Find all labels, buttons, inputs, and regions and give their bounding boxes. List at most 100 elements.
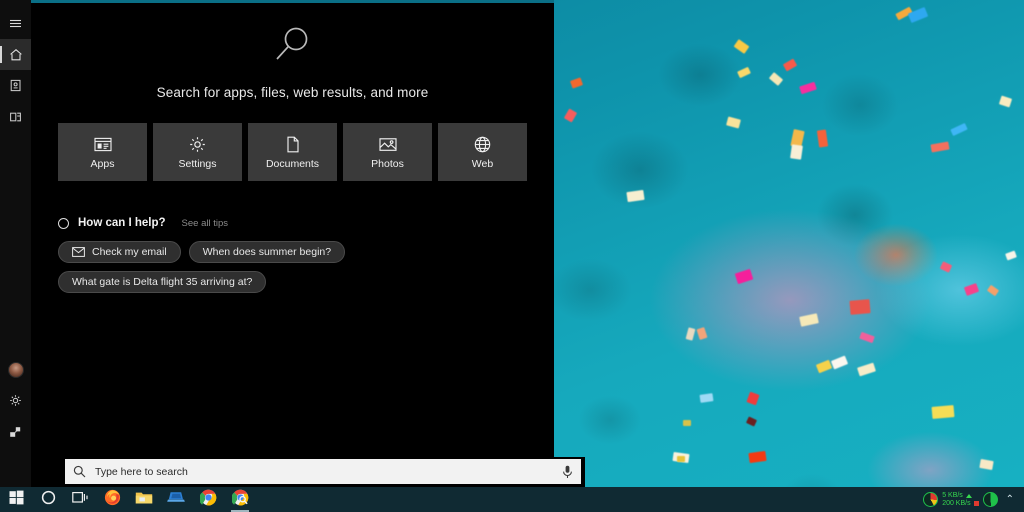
magnifier-icon [31, 22, 554, 67]
confetti-piece [569, 77, 584, 89]
taskbar-file-explorer[interactable] [128, 487, 160, 512]
taskbar-firefox[interactable] [96, 487, 128, 512]
start-button[interactable] [0, 487, 32, 512]
account-avatar-button[interactable] [0, 354, 31, 385]
chip-label: When does summer begin? [202, 246, 332, 258]
download-speed-line: 200 KB/s [942, 499, 979, 507]
confetti-piece [950, 122, 968, 137]
confetti-piece [782, 58, 798, 72]
category-tile-apps[interactable]: Apps [58, 123, 147, 181]
help-row: How can I help? See all tips [31, 217, 554, 229]
confetti-piece [816, 129, 829, 148]
help-title: How can I help? [78, 217, 166, 229]
search-input[interactable]: Type here to search [65, 459, 581, 484]
confetti-piece [815, 359, 833, 374]
upload-arrow-icon [965, 493, 972, 498]
search-hero: Search for apps, files, web results, and… [31, 0, 554, 100]
confetti-piece [748, 450, 767, 464]
category-tile-settings[interactable]: Settings [153, 123, 242, 181]
confetti-piece [998, 95, 1013, 108]
confetti-piece [939, 261, 953, 273]
cpu-gauge-icon [923, 492, 939, 507]
firefox-icon [104, 489, 121, 511]
windows-search-panel: Search for apps, files, web results, and… [0, 0, 585, 487]
task-view-button[interactable] [64, 487, 96, 512]
confetti-piece [859, 331, 875, 344]
confetti-piece [696, 327, 708, 340]
chrome-icon [198, 489, 217, 511]
cortana-circle-icon [41, 490, 56, 510]
sidebar-item-settings[interactable] [0, 385, 31, 416]
suggestion-chip-check-email[interactable]: Check my email [58, 241, 181, 263]
confetti-piece [830, 355, 849, 370]
category-label: Apps [90, 158, 115, 170]
sidebar-item-home[interactable] [0, 39, 31, 70]
search-panel-body: Search for apps, files, web results, and… [31, 0, 585, 487]
confetti-piece [726, 116, 741, 129]
confetti-piece [699, 393, 714, 403]
sidebar-item-feedback[interactable] [0, 416, 31, 447]
confetti-piece [963, 283, 980, 296]
suggestion-chip-delta-flight[interactable]: What gate is Delta flight 35 arriving at… [58, 271, 267, 293]
confetti-piece [733, 39, 750, 54]
confetti-piece [1005, 250, 1017, 261]
taskbar-items [0, 487, 256, 512]
search-left-rail [0, 0, 31, 487]
chip-label: What gate is Delta flight 35 arriving at… [72, 276, 253, 288]
search-placeholder-text: Type here to search [95, 465, 188, 478]
confetti-piece [626, 189, 645, 203]
confetti-piece [746, 391, 760, 406]
avatar-icon [7, 361, 24, 378]
laptop-icon [167, 490, 185, 509]
notebook-icon [9, 79, 22, 92]
sidebar-item-notebook[interactable] [0, 70, 31, 101]
download-indicator-icon [973, 500, 979, 506]
suggestion-chip-summer[interactable]: When does summer begin? [188, 241, 346, 263]
taskbar-chrome-search[interactable] [224, 487, 256, 512]
category-tile-documents[interactable]: Documents [248, 123, 337, 181]
taskbar-chrome[interactable] [192, 487, 224, 512]
home-icon [9, 48, 23, 62]
windows-logo-icon [9, 490, 24, 510]
confetti-piece [799, 81, 817, 95]
sidebar-item-collections[interactable] [0, 101, 31, 132]
see-all-tips-link[interactable]: See all tips [182, 218, 228, 229]
cortana-circle-icon [58, 217, 69, 229]
category-label: Documents [265, 158, 320, 170]
confetti-piece [737, 66, 751, 79]
photo-icon [378, 134, 397, 154]
taskbar: 5 KB/s 200 KB/s ⌃ [0, 487, 1024, 512]
cortana-button[interactable] [32, 487, 64, 512]
confetti-piece [799, 313, 819, 327]
feedback-icon [9, 425, 22, 438]
upload-speed-value: 5 KB/s [942, 492, 963, 500]
category-tile-web[interactable]: Web [438, 123, 527, 181]
network-speed-text: 5 KB/s 200 KB/s [942, 492, 979, 507]
task-view-icon [71, 491, 89, 509]
taskbar-remote-desktop[interactable] [160, 487, 192, 512]
chip-label: Check my email [92, 246, 167, 258]
confetti-piece [563, 108, 578, 123]
chevron-up-icon[interactable]: ⌃ [1002, 494, 1018, 505]
page-title: Search for apps, files, web results, and… [156, 85, 429, 100]
download-speed-value: 200 KB/s [942, 499, 971, 507]
rail-bottom-group [0, 354, 31, 487]
confetti-piece [745, 416, 758, 427]
confetti-piece [930, 141, 950, 153]
confetti-piece [849, 299, 871, 315]
hamburger-menu-button[interactable] [0, 8, 31, 39]
confetti-piece [734, 268, 754, 285]
microphone-icon[interactable] [562, 465, 573, 479]
memory-gauge-icon [982, 492, 998, 507]
apps-window-icon [93, 134, 112, 154]
collections-icon [9, 110, 22, 123]
confetti-piece [677, 456, 685, 462]
network-speed-meter[interactable]: 5 KB/s 200 KB/s [923, 492, 998, 507]
confetti-piece [931, 405, 955, 419]
search-box-wrapper: Type here to search [31, 457, 585, 487]
gear-icon [9, 394, 22, 407]
upload-speed-line: 5 KB/s [942, 492, 978, 499]
category-tile-photos[interactable]: Photos [343, 123, 432, 181]
confetti-piece [857, 362, 876, 377]
hamburger-icon [9, 17, 22, 30]
